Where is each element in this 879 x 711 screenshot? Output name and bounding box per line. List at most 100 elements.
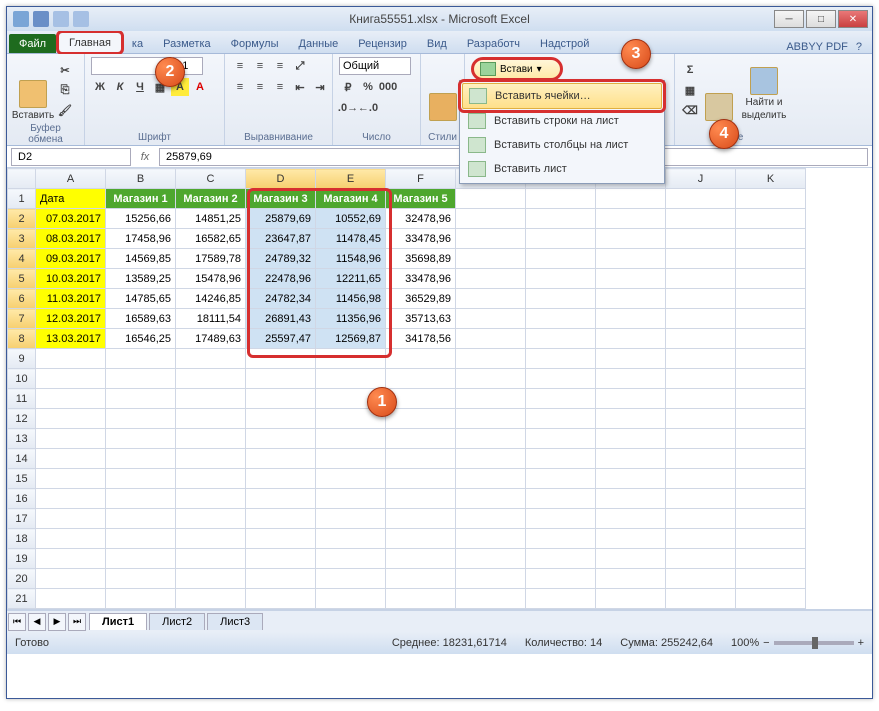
sort-filter-button[interactable]: [702, 57, 736, 121]
cell-empty[interactable]: [666, 609, 736, 611]
cell-empty[interactable]: [316, 469, 386, 489]
cell-empty[interactable]: [736, 209, 806, 229]
cell-empty[interactable]: [526, 329, 596, 349]
cell-empty[interactable]: [106, 409, 176, 429]
row-header-20[interactable]: 20: [8, 569, 36, 589]
cell-empty[interactable]: [736, 409, 806, 429]
redo-icon[interactable]: [73, 11, 89, 27]
currency-icon[interactable]: ₽: [339, 78, 357, 96]
cell-empty[interactable]: [316, 429, 386, 449]
indent-inc-icon[interactable]: ⇥: [311, 78, 329, 96]
col-header-E[interactable]: E: [316, 169, 386, 189]
cell-empty[interactable]: [386, 569, 456, 589]
cell-8-0[interactable]: 13.03.2017: [36, 329, 106, 349]
row-header-22[interactable]: 22: [8, 609, 36, 611]
cell-empty[interactable]: [386, 489, 456, 509]
cell-empty[interactable]: [246, 569, 316, 589]
help-icon[interactable]: ?: [856, 41, 862, 53]
cell-empty[interactable]: [736, 569, 806, 589]
cell-empty[interactable]: [736, 289, 806, 309]
cell-empty[interactable]: [596, 509, 666, 529]
cell-empty[interactable]: [596, 529, 666, 549]
inc-decimal-icon[interactable]: .0→: [339, 99, 357, 117]
italic-button[interactable]: К: [111, 78, 129, 96]
maximize-button[interactable]: □: [806, 10, 836, 28]
cell-empty[interactable]: [596, 329, 666, 349]
cell-empty[interactable]: [526, 569, 596, 589]
cell-header-0[interactable]: Дата: [36, 189, 106, 209]
cell-empty[interactable]: [316, 589, 386, 609]
cell-empty[interactable]: [736, 389, 806, 409]
cell-empty[interactable]: [106, 509, 176, 529]
cell-empty[interactable]: [386, 609, 456, 611]
cell-empty[interactable]: [36, 549, 106, 569]
cell-2-0[interactable]: 07.03.2017: [36, 209, 106, 229]
cell-empty[interactable]: [596, 249, 666, 269]
align-left-icon[interactable]: ≡: [231, 78, 249, 96]
row-header-14[interactable]: 14: [8, 449, 36, 469]
cell-empty[interactable]: [526, 549, 596, 569]
cell-empty[interactable]: [596, 549, 666, 569]
cell-empty[interactable]: [176, 409, 246, 429]
cell-empty[interactable]: [666, 449, 736, 469]
cell-empty[interactable]: [526, 449, 596, 469]
cell-empty[interactable]: [736, 349, 806, 369]
cell-empty[interactable]: [106, 469, 176, 489]
clear-icon[interactable]: ⌫: [681, 101, 699, 119]
worksheet-grid[interactable]: ABCDEFGHIJK1ДатаМагазин 1Магазин 2Магази…: [7, 168, 872, 610]
cell-2-2[interactable]: 14851,25: [176, 209, 246, 229]
cell-7-2[interactable]: 18111,54: [176, 309, 246, 329]
cell-empty[interactable]: [36, 569, 106, 589]
cell-empty[interactable]: [36, 509, 106, 529]
cell-empty[interactable]: [246, 589, 316, 609]
cell-8-2[interactable]: 17489,63: [176, 329, 246, 349]
cell-empty[interactable]: [596, 229, 666, 249]
cell-empty[interactable]: [246, 409, 316, 429]
cell-empty[interactable]: [316, 509, 386, 529]
cell-empty[interactable]: [736, 429, 806, 449]
row-header-11[interactable]: 11: [8, 389, 36, 409]
row-header-21[interactable]: 21: [8, 589, 36, 609]
cell-empty[interactable]: [386, 589, 456, 609]
cell-empty[interactable]: [666, 289, 736, 309]
cell-empty[interactable]: [456, 309, 526, 329]
cell-header-3[interactable]: Магазин 3: [246, 189, 316, 209]
sheet-nav-prev[interactable]: ◀: [28, 613, 46, 631]
align-right-icon[interactable]: ≡: [271, 78, 289, 96]
cell-empty[interactable]: [36, 489, 106, 509]
cell-3-4[interactable]: 11478,45: [316, 229, 386, 249]
cell-header-4[interactable]: Магазин 4: [316, 189, 386, 209]
cell-empty[interactable]: [456, 269, 526, 289]
sheet-nav-first[interactable]: ⏮: [8, 613, 26, 631]
cell-empty[interactable]: [456, 349, 526, 369]
sheet-tab-2[interactable]: Лист2: [149, 613, 205, 630]
cell-empty[interactable]: [36, 529, 106, 549]
row-header-8[interactable]: 8: [8, 329, 36, 349]
cell-empty[interactable]: [596, 609, 666, 611]
cell-empty[interactable]: [596, 489, 666, 509]
row-header-18[interactable]: 18: [8, 529, 36, 549]
cell-4-3[interactable]: 24789,32: [246, 249, 316, 269]
cell-empty[interactable]: [386, 509, 456, 529]
cell-6-5[interactable]: 36529,89: [386, 289, 456, 309]
row-header-7[interactable]: 7: [8, 309, 36, 329]
cell-empty[interactable]: [36, 609, 106, 611]
cell-6-3[interactable]: 24782,34: [246, 289, 316, 309]
cell-empty[interactable]: [456, 549, 526, 569]
bold-button[interactable]: Ж: [91, 78, 109, 96]
cell-empty[interactable]: [246, 429, 316, 449]
cell-empty[interactable]: [736, 489, 806, 509]
cell-empty[interactable]: [386, 529, 456, 549]
cell-empty[interactable]: [36, 589, 106, 609]
number-format-combo[interactable]: Общий: [339, 57, 411, 75]
cell-empty[interactable]: [456, 449, 526, 469]
cell-4-1[interactable]: 14569,85: [106, 249, 176, 269]
cell-empty[interactable]: [176, 349, 246, 369]
cell-empty[interactable]: [456, 389, 526, 409]
cell-empty[interactable]: [386, 369, 456, 389]
tab-review[interactable]: Рецензир: [348, 34, 417, 53]
cell-empty[interactable]: [456, 489, 526, 509]
cell-7-0[interactable]: 12.03.2017: [36, 309, 106, 329]
cell-empty[interactable]: [526, 349, 596, 369]
cell-empty[interactable]: [456, 589, 526, 609]
